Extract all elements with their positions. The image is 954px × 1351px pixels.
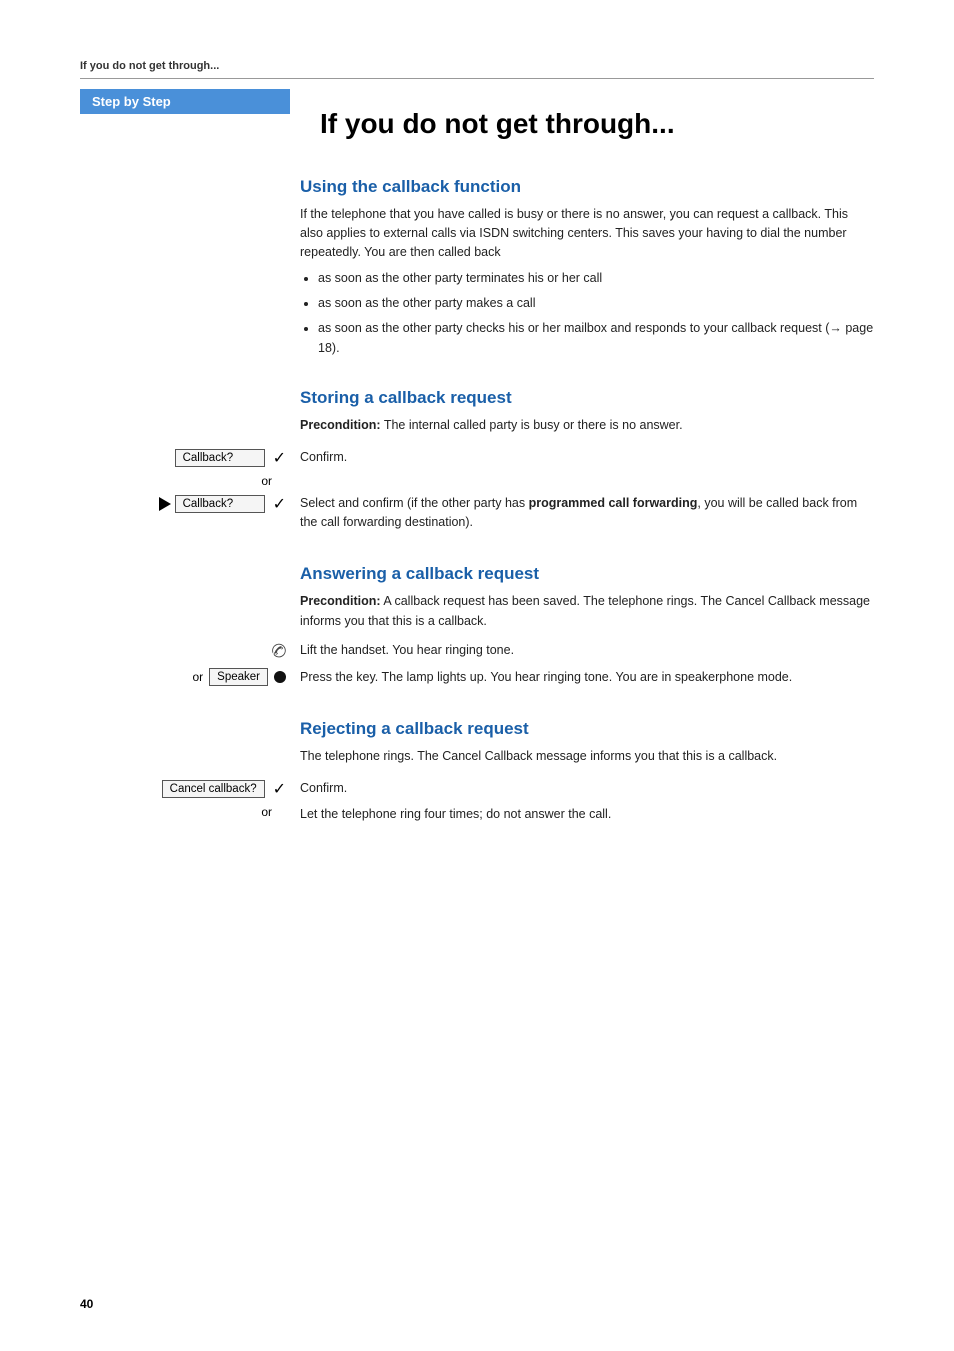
confirm-text-1: Confirm. [300, 448, 874, 467]
step-row-cancel-1: Cancel callback? ✓ Confirm. [80, 779, 874, 799]
or-label-speaker: or [192, 670, 203, 684]
body-text-rejecting: The telephone rings. The Cancel Callback… [300, 747, 874, 766]
main-title: If you do not get through... [320, 107, 874, 141]
precondition-body-storing: The internal called party is busy or the… [384, 418, 683, 432]
lift-handset-text: Lift the handset. You hear ringing tone. [300, 641, 874, 660]
section-title-using-callback: Using the callback function [300, 177, 874, 197]
step-left-cancel-1: Cancel callback? ✓ [80, 779, 300, 799]
checkmark-cancel-1: ✓ [273, 779, 286, 799]
precondition-storing: Precondition: The internal called party … [300, 416, 874, 435]
section-title-storing: Storing a callback request [300, 388, 874, 408]
step-left-speaker: or Speaker [80, 668, 300, 686]
or-right-2: Let the telephone ring four times; do no… [300, 805, 874, 824]
step-right-speaker: Press the key. The lamp lights up. You h… [300, 668, 874, 687]
right-col: If you do not get through... [300, 79, 874, 159]
step-right-callback-1: Confirm. [300, 448, 874, 467]
bullet-3: as soon as the other party checks his or… [318, 319, 874, 358]
two-col-layout: Step by Step If you do not get through..… [80, 79, 874, 159]
checkmark-2: ✓ [273, 494, 286, 514]
or-label-1: or [80, 474, 286, 488]
precondition-body-answering: A callback request has been saved. The t… [300, 594, 870, 627]
step-right-callback-2: Select and confirm (if the other party h… [300, 494, 874, 533]
section-using-callback: Using the callback function If the telep… [80, 159, 874, 365]
select-confirm-text: Select and confirm (if the other party h… [300, 494, 874, 533]
step-row-callback-1: Callback? ✓ Confirm. [80, 448, 874, 468]
callback-label-1: Callback? [175, 449, 265, 467]
or-row-2: or Let the telephone ring four times; do… [80, 805, 874, 824]
cancel-label-1: Cancel callback? [162, 780, 265, 798]
or-label-2: or [80, 805, 286, 819]
step-row-handset: ✆ Lift the handset. You hear ringing ton… [80, 641, 874, 662]
handset-row: ✆ [80, 641, 286, 662]
callback-row-2: Callback? ✓ [159, 494, 286, 514]
precondition-bold: Precondition: [300, 418, 381, 432]
step-right-handset: Lift the handset. You hear ringing tone. [300, 641, 874, 660]
speaker-label: Speaker [209, 668, 268, 686]
step-by-step-box: Step by Step [80, 89, 290, 114]
bullet-list-using-callback: as soon as the other party terminates hi… [318, 269, 874, 359]
section-rejecting-callback: Rejecting a callback request The telepho… [80, 701, 874, 772]
circle-icon [274, 671, 286, 683]
rejecting-right: Rejecting a callback request The telepho… [300, 701, 874, 772]
handset-icon: ✆ [268, 639, 289, 664]
top-label: If you do not get through... [80, 60, 874, 72]
page-number: 40 [80, 1297, 93, 1311]
cancel-row-1: Cancel callback? ✓ [162, 779, 286, 799]
callback-label-2: Callback? [175, 495, 265, 513]
section-answering-callback: Answering a callback request Preconditio… [80, 546, 874, 635]
or-row-1: or [80, 474, 874, 488]
section-title-answering: Answering a callback request [300, 564, 874, 584]
checkmark-1: ✓ [273, 448, 286, 468]
callback-row-1: Callback? ✓ [175, 448, 286, 468]
precondition-answering: Precondition: A callback request has bee… [300, 592, 874, 631]
step-left-callback-1: Callback? ✓ [80, 448, 300, 468]
step-row-callback-2: Callback? ✓ Select and confirm (if the o… [80, 494, 874, 533]
body-text-using-callback: If the telephone that you have called is… [300, 205, 874, 263]
section-right-using-callback: Using the callback function If the telep… [300, 159, 874, 365]
step-left-callback-2: Callback? ✓ [80, 494, 300, 514]
or-left-2: or [80, 805, 300, 819]
page: If you do not get through... Step by Ste… [0, 0, 954, 1351]
precondition-bold-answering: Precondition: [300, 594, 381, 608]
speaker-row: or Speaker [80, 668, 286, 686]
triangle-icon [159, 497, 171, 511]
press-key-text: Press the key. The lamp lights up. You h… [300, 668, 874, 687]
left-col: Step by Step [80, 79, 300, 159]
bullet-2: as soon as the other party makes a call [318, 294, 874, 313]
storing-right: Storing a callback request Precondition:… [300, 370, 874, 439]
confirm-text-cancel: Confirm. [300, 779, 874, 798]
answering-right: Answering a callback request Preconditio… [300, 546, 874, 635]
let-ring-text: Let the telephone ring four times; do no… [300, 805, 874, 824]
step-row-speaker: or Speaker Press the key. The lamp light… [80, 668, 874, 687]
or-left-1: or [80, 474, 300, 488]
section-storing-callback: Storing a callback request Precondition:… [80, 370, 874, 439]
section-title-rejecting: Rejecting a callback request [300, 719, 874, 739]
step-left-handset: ✆ [80, 641, 300, 662]
bullet-1: as soon as the other party terminates hi… [318, 269, 874, 288]
step-right-cancel-1: Confirm. [300, 779, 874, 798]
